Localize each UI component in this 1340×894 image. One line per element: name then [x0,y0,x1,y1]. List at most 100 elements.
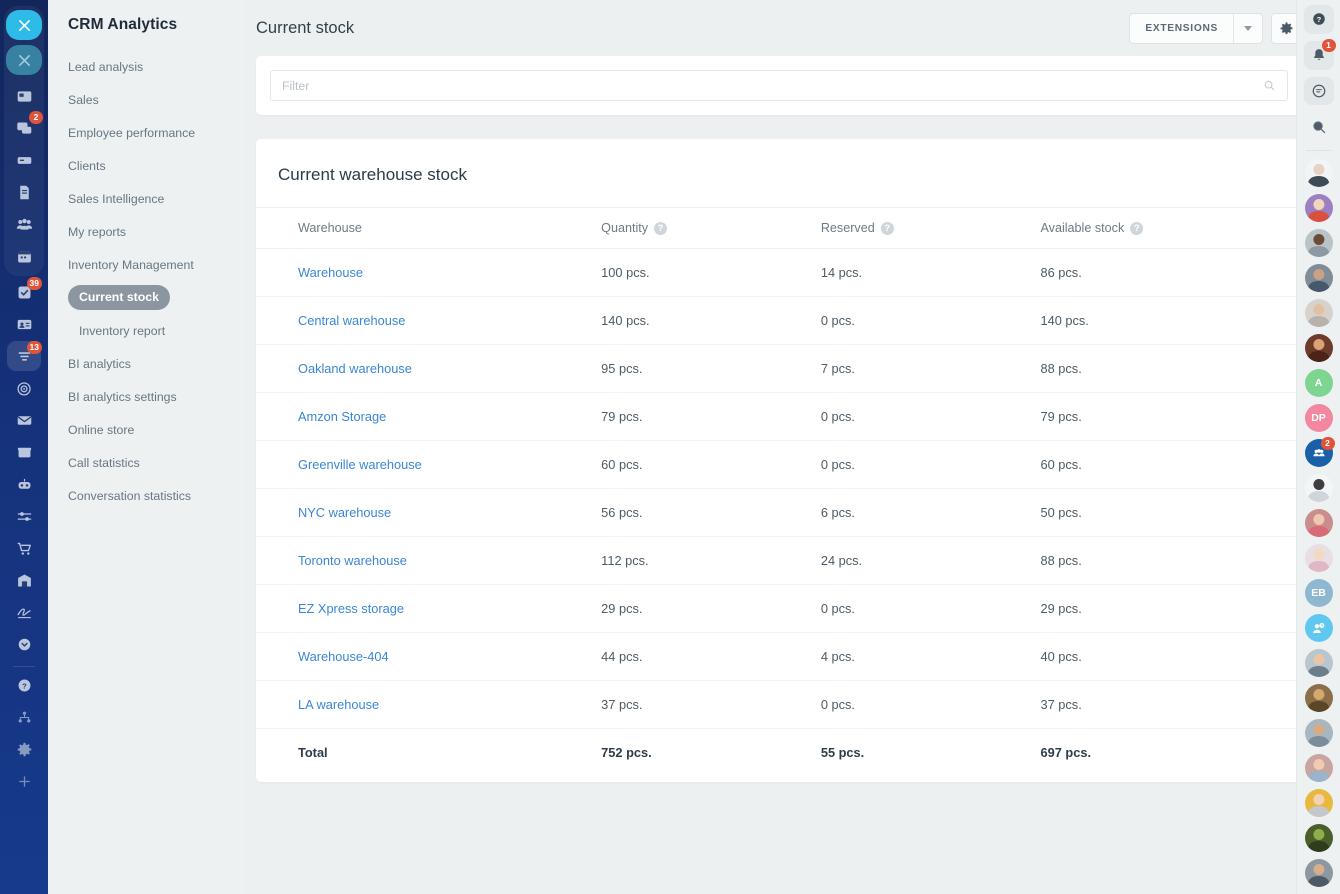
rail-item-groups[interactable] [7,209,41,239]
rail-item-target[interactable] [7,373,41,403]
avatar[interactable] [1305,334,1333,362]
warehouse-link[interactable]: Warehouse-404 [298,649,389,664]
warehouse-link[interactable]: EZ Xpress storage [298,601,404,616]
warehouse-link[interactable]: Central warehouse [298,313,405,328]
table-row[interactable]: Warehouse 100 pcs. 14 pcs. 86 pcs. [256,249,1302,297]
sidebar-item-sales[interactable]: Sales [48,83,244,116]
rail-item-settings[interactable] [7,734,41,764]
rail-item-contacts[interactable] [7,309,41,339]
available-stock-help-icon[interactable]: ? [1130,222,1143,235]
rail-item-drive[interactable] [7,145,41,175]
rail-item-sitemap[interactable] [7,702,41,732]
sidebar-item-inventory-management[interactable]: Inventory Management [48,248,244,281]
cell-quantity: 44 pcs. [601,633,821,681]
table-row[interactable]: EZ Xpress storage 29 pcs. 0 pcs. 29 pcs. [256,585,1302,633]
rail-item-mail[interactable] [7,405,41,435]
sidebar-item-employee-performance[interactable]: Employee performance [48,116,244,149]
avatar[interactable] [1305,859,1333,887]
avatar[interactable] [1305,474,1333,502]
app-logo-tile-secondary[interactable] [6,45,42,75]
avatar[interactable] [1305,159,1333,187]
table-row[interactable]: LA warehouse 37 pcs. 0 pcs. 37 pcs. [256,681,1302,729]
table-row[interactable]: Oakland warehouse 95 pcs. 7 pcs. 88 pcs. [256,345,1302,393]
avatar[interactable] [1305,229,1333,257]
rail-item-signature[interactable] [7,597,41,627]
warehouse-link[interactable]: NYC warehouse [298,505,391,520]
table-row[interactable]: Central warehouse 140 pcs. 0 pcs. 140 pc… [256,297,1302,345]
sidebar-item-online-store[interactable]: Online store [48,413,244,446]
rail-item-cart[interactable] [7,533,41,563]
sidebar-item-bi-analytics-settings[interactable]: BI analytics settings [48,380,244,413]
sidebar-item-my-reports[interactable]: My reports [48,215,244,248]
sidebar-item-call-statistics[interactable]: Call statistics [48,446,244,479]
rail-item-box[interactable] [7,437,41,467]
help-icon: ? [1311,11,1327,27]
table-row[interactable]: Toronto warehouse 112 pcs. 24 pcs. 88 pc… [256,537,1302,585]
rail-item-help[interactable]: ? [7,670,41,700]
cell-quantity: 140 pcs. [601,297,821,345]
avatar-initials[interactable]: DP [1305,404,1333,432]
rail-item-chat[interactable]: 2 [7,113,41,143]
sidebar-item-current-stock[interactable]: Current stock [48,281,244,314]
help-icon-button[interactable]: ? [1304,5,1334,34]
avatar[interactable] [1305,719,1333,747]
sidebar-item-clients[interactable]: Clients [48,149,244,182]
avatar[interactable] [1305,684,1333,712]
avatar[interactable] [1305,194,1333,222]
table-row[interactable]: Warehouse-404 44 pcs. 4 pcs. 40 pcs. [256,633,1302,681]
quantity-help-icon[interactable]: ? [654,222,667,235]
reserved-help-icon[interactable]: ? [881,222,894,235]
avatar[interactable] [1305,299,1333,327]
warehouse-link[interactable]: Toronto warehouse [298,553,407,568]
sidebar-item-bi-analytics[interactable]: BI analytics [48,347,244,380]
search-button[interactable] [1304,112,1334,141]
rail-item-news[interactable] [7,81,41,111]
table-row[interactable]: NYC warehouse 56 pcs. 6 pcs. 50 pcs. [256,489,1302,537]
table-row[interactable]: Amzon Storage 79 pcs. 0 pcs. 79 pcs. [256,393,1302,441]
extensions-dropdown-button[interactable] [1233,14,1262,43]
avatar[interactable] [1305,649,1333,677]
warehouse-link[interactable]: Amzon Storage [298,409,386,424]
table-title: Current warehouse stock [256,139,1302,207]
sidebar-item-lead-analysis[interactable]: Lead analysis [48,50,244,83]
filter-input-wrapper[interactable] [270,70,1288,101]
avatar[interactable] [1305,544,1333,572]
messages-button[interactable] [1304,77,1334,106]
gear-icon [1279,21,1294,36]
table-row[interactable]: Greenville warehouse 60 pcs. 0 pcs. 60 p… [256,441,1302,489]
rail-item-robot[interactable] [7,469,41,499]
rail-item-warehouse[interactable] [7,565,41,595]
avatar[interactable] [1305,509,1333,537]
column-header-warehouse[interactable]: Warehouse [256,208,601,249]
rail-item-tasks[interactable]: 39 [7,277,41,307]
rail-item-more[interactable] [7,629,41,659]
notifications-button[interactable]: 1 [1304,41,1334,70]
sidebar-item-sales-intelligence[interactable]: Sales Intelligence [48,182,244,215]
group-chat-avatar[interactable]: 2 [1305,439,1333,467]
sidebar-item-conversation-statistics[interactable]: Conversation statistics [48,479,244,512]
avatar-initials[interactable]: A [1305,369,1333,397]
avatar[interactable] [1305,824,1333,852]
column-header-quantity[interactable]: Quantity ? [601,208,821,249]
avatar[interactable] [1305,754,1333,782]
avatar-initials[interactable]: EB [1305,579,1333,607]
rail-item-calendar[interactable] [7,241,41,271]
table-head: Warehouse Quantity ? Reserved ? [256,208,1302,249]
column-header-available-stock[interactable]: Available stock ? [1040,208,1302,249]
avatar[interactable] [1305,789,1333,817]
rail-item-documents[interactable] [7,177,41,207]
rail-item-add[interactable] [7,766,41,796]
rail-item-funnel[interactable]: 13 [7,341,41,371]
avatar[interactable] [1305,264,1333,292]
extensions-button[interactable]: EXTENSIONS [1130,23,1233,34]
user-clock-avatar[interactable] [1305,614,1333,642]
warehouse-link[interactable]: LA warehouse [298,697,379,712]
warehouse-link[interactable]: Greenville warehouse [298,457,422,472]
warehouse-link[interactable]: Oakland warehouse [298,361,412,376]
column-header-reserved[interactable]: Reserved ? [821,208,1041,249]
sidebar-item-inventory-report[interactable]: Inventory report [48,314,244,347]
search-input[interactable] [282,79,1263,93]
app-logo-tile[interactable] [6,10,42,40]
rail-item-sliders[interactable] [7,501,41,531]
warehouse-link[interactable]: Warehouse [298,265,363,280]
